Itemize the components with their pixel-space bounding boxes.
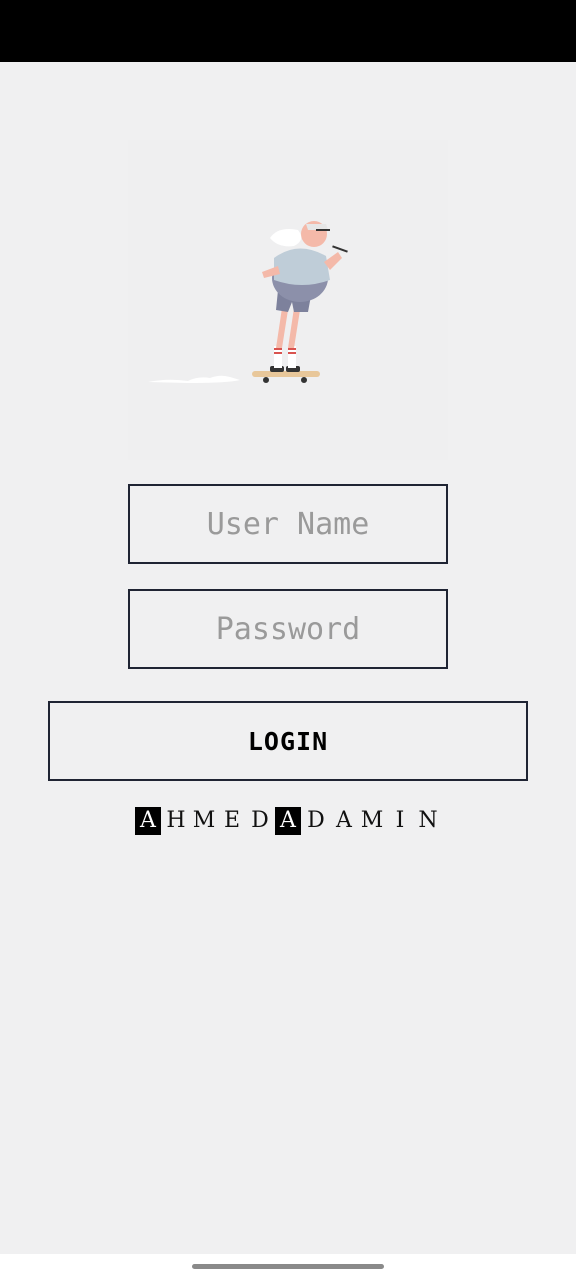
login-button[interactable]: LOGIN — [48, 701, 528, 781]
credit-letter: N — [418, 808, 438, 833]
home-indicator[interactable] — [192, 1264, 384, 1269]
credit-letter: M — [360, 808, 384, 833]
username-input[interactable] — [130, 486, 446, 562]
skater-illustration — [128, 140, 448, 460]
status-bar — [0, 0, 576, 62]
navigation-bar — [0, 1254, 576, 1280]
password-input[interactable] — [130, 591, 446, 667]
credit-letter: E — [223, 808, 241, 833]
password-field[interactable] — [128, 589, 448, 669]
author-credit: A H M E D A D A M I N — [0, 806, 576, 836]
credit-letter: I — [395, 808, 405, 833]
credit-letter: D — [251, 808, 269, 833]
skater-image — [148, 221, 348, 383]
credit-letter: A — [275, 807, 301, 835]
credit-letter: A — [135, 807, 161, 835]
credit-letter: M — [192, 808, 216, 833]
credit-letter: H — [166, 808, 186, 833]
username-field[interactable] — [128, 484, 448, 564]
credit-letter: D — [307, 808, 325, 833]
credit-letter: A — [336, 808, 352, 833]
